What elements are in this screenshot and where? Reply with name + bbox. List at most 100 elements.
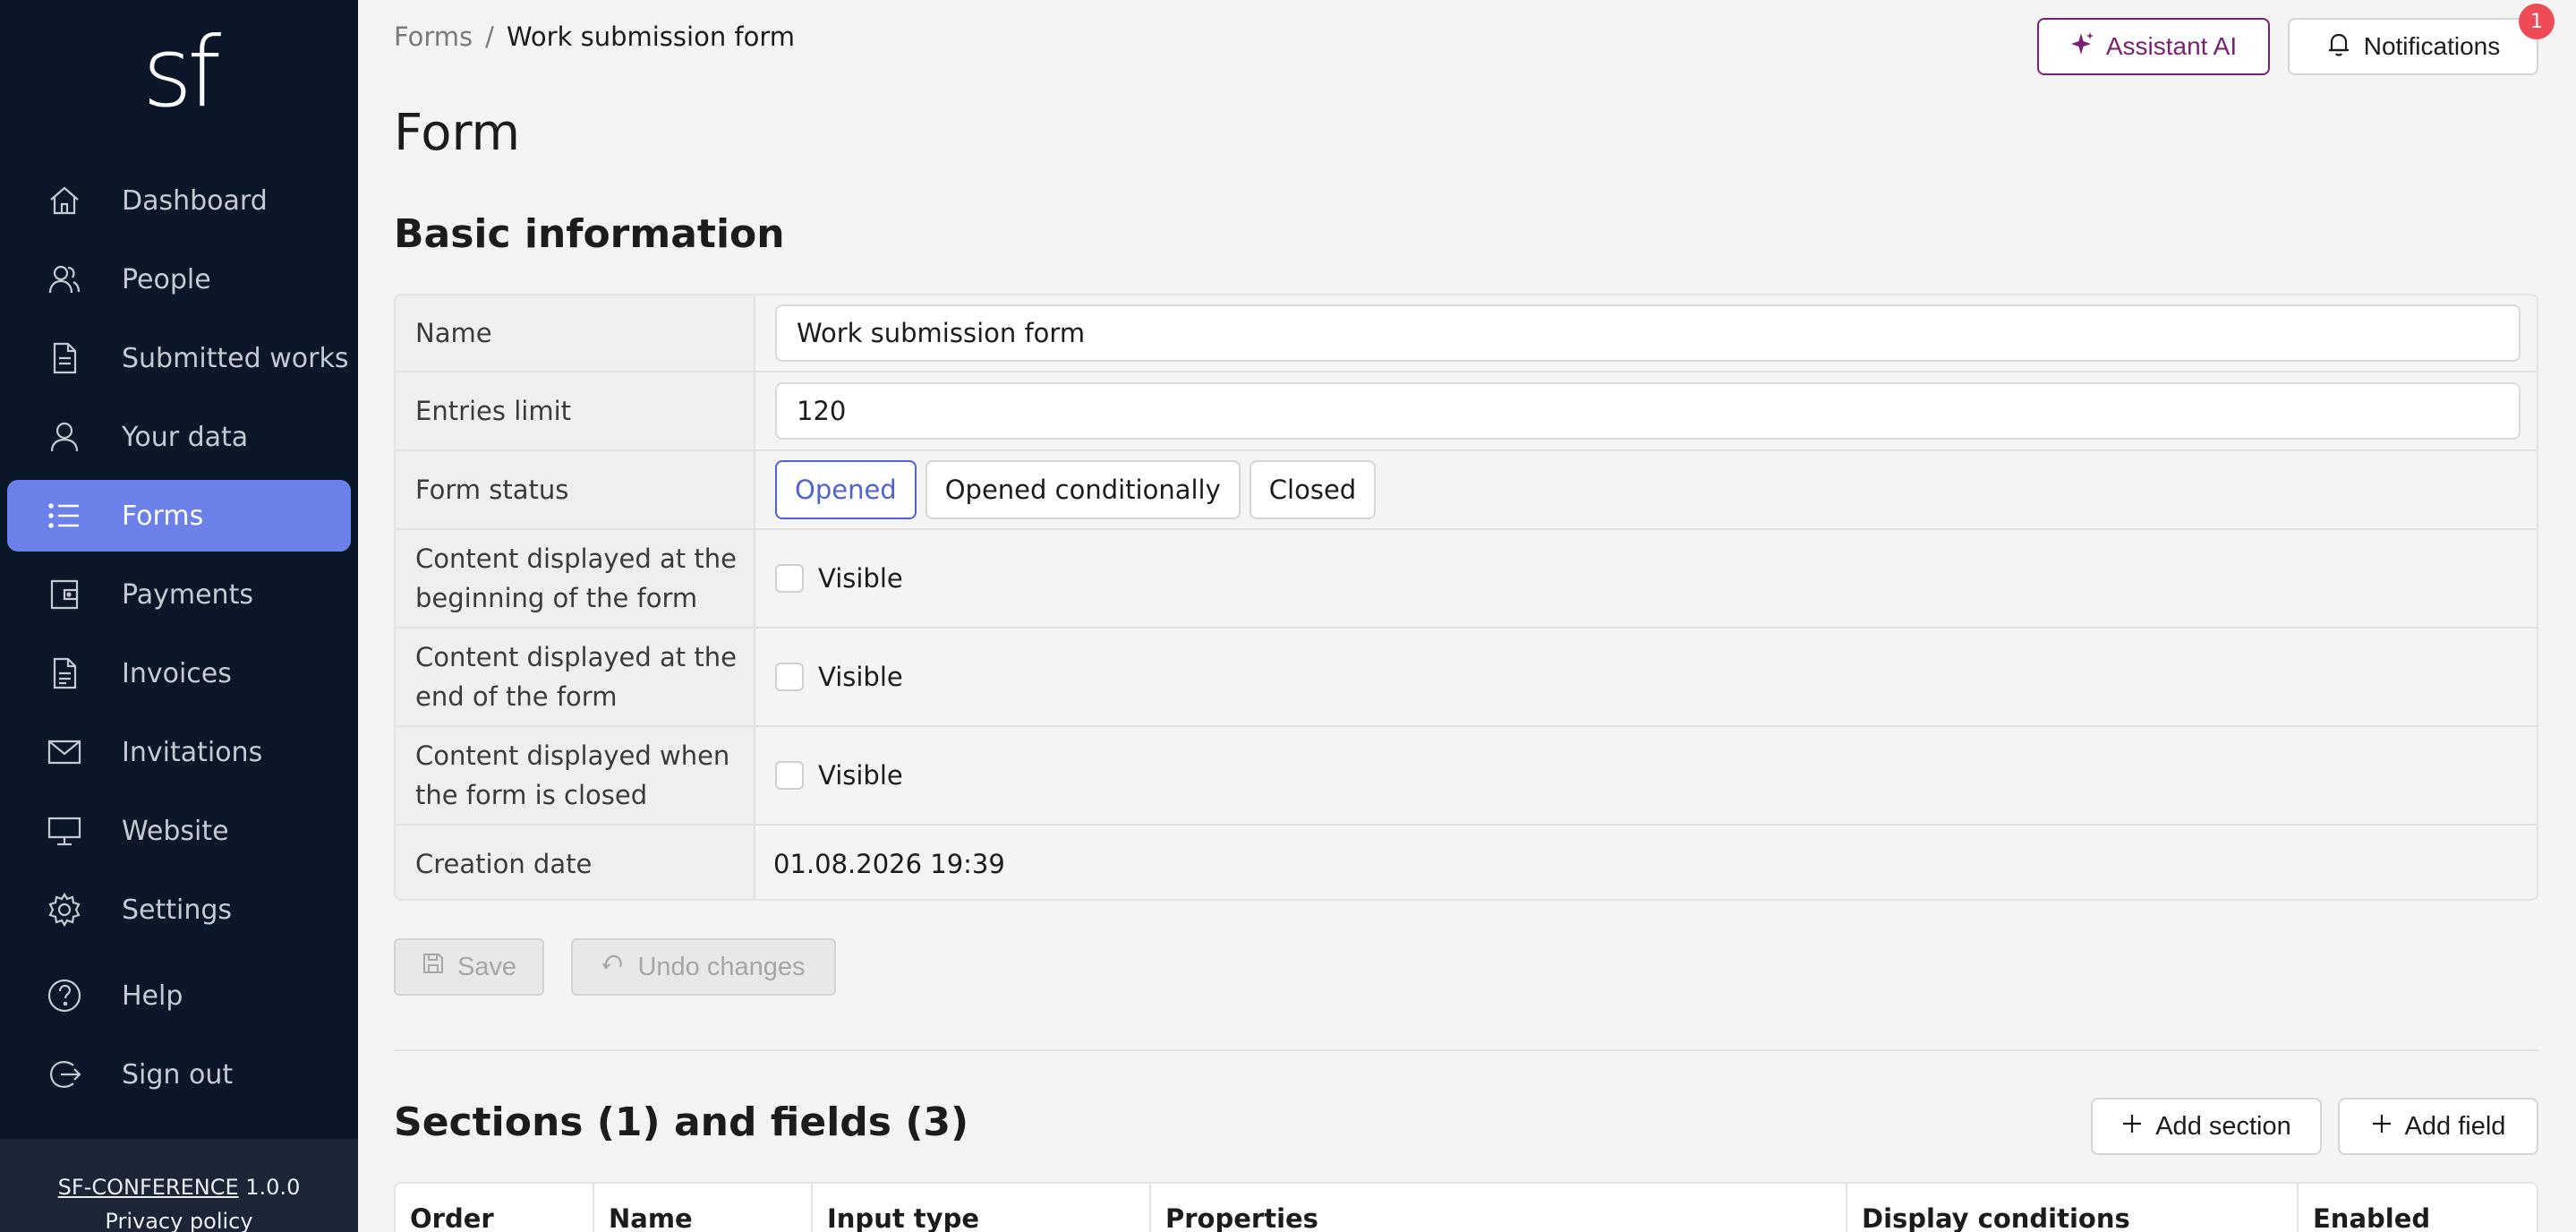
section-divider	[394, 1049, 2538, 1051]
app-logo[interactable]: sf	[0, 25, 358, 122]
plus-icon	[2371, 1112, 2393, 1142]
content-closed-visible-label[interactable]: Visible	[818, 760, 903, 791]
notifications-badge: 1	[2519, 4, 2555, 39]
save-button[interactable]: Save	[394, 938, 544, 996]
name-input[interactable]	[775, 304, 2521, 362]
undo-changes-button[interactable]: Undo changes	[571, 938, 836, 996]
sidebar-item-label: Website	[122, 815, 229, 847]
column-display-conditions[interactable]: Display conditions	[1847, 1184, 2299, 1232]
sidebar-item-website[interactable]: Website	[7, 795, 351, 867]
sidebar-item-people[interactable]: People	[7, 244, 351, 315]
version-number: 1.0.0	[245, 1175, 301, 1200]
sidebar-item-payments[interactable]: Payments	[7, 559, 351, 630]
fields-table-header: Order Name Input type Properties Display…	[394, 1182, 2538, 1232]
entries-limit-row: Entries limit	[396, 372, 2537, 451]
sparkle-icon	[2070, 31, 2095, 63]
home-icon	[47, 183, 82, 218]
plus-icon	[2121, 1112, 2143, 1142]
sidebar-item-label: Help	[122, 980, 183, 1012]
undo-icon	[601, 952, 625, 982]
add-field-label: Add field	[2404, 1111, 2506, 1141]
gear-icon	[47, 892, 82, 928]
content-end-label: Content displayed at the end of the form	[396, 629, 755, 725]
column-enabled[interactable]: Enabled	[2299, 1184, 2540, 1232]
sidebar: sf Dashboard People Submitted works Your…	[0, 0, 358, 1232]
breadcrumb-parent[interactable]: Forms	[394, 21, 473, 52]
bell-icon	[2326, 30, 2351, 64]
sidebar-item-your-data[interactable]: Your data	[7, 401, 351, 473]
sidebar-item-label: Settings	[122, 894, 233, 926]
content-closed-row: Content displayed when the form is close…	[396, 727, 2537, 826]
content-begin-visible-label[interactable]: Visible	[818, 563, 903, 594]
sign-out-icon	[47, 1057, 82, 1092]
notifications-button[interactable]: Notifications	[2288, 18, 2538, 75]
breadcrumb: Forms / Work submission form	[394, 21, 795, 52]
content-begin-visible-checkbox[interactable]	[775, 564, 804, 593]
notifications-label: Notifications	[2363, 32, 2501, 60]
sections-fields-title: Sections (1) and fields (3)	[394, 1099, 969, 1145]
sidebar-item-label: Forms	[122, 500, 204, 532]
status-closed-button[interactable]: Closed	[1249, 460, 1377, 519]
name-label: Name	[396, 295, 755, 371]
sidebar-item-invitations[interactable]: Invitations	[7, 716, 351, 788]
save-icon	[422, 952, 445, 982]
sidebar-item-label: Payments	[122, 578, 253, 611]
sidebar-item-forms[interactable]: Forms	[7, 480, 351, 552]
assistant-ai-button[interactable]: Assistant AI	[2037, 18, 2270, 75]
form-status-row: Form status Opened Opened conditionally …	[396, 451, 2537, 530]
basic-information-title: Basic information	[394, 211, 785, 257]
undo-label: Undo changes	[637, 952, 806, 981]
user-icon	[47, 419, 82, 455]
column-input-type[interactable]: Input type	[813, 1184, 1151, 1232]
list-icon	[47, 498, 82, 534]
add-section-button[interactable]: Add section	[2091, 1098, 2322, 1155]
basic-information-table: Name Entries limit Form status Opened Op…	[394, 294, 2538, 901]
content-begin-row: Content displayed at the beginning of th…	[396, 530, 2537, 629]
help-icon	[47, 978, 82, 1014]
sidebar-item-label: Submitted works	[122, 342, 349, 374]
add-field-button[interactable]: Add field	[2338, 1098, 2538, 1155]
assistant-ai-label: Assistant AI	[2105, 32, 2238, 60]
creation-date-label: Creation date	[396, 826, 755, 899]
status-opened-conditionally-button[interactable]: Opened conditionally	[925, 460, 1241, 519]
people-icon	[47, 261, 82, 297]
add-section-label: Add section	[2155, 1111, 2291, 1141]
column-order[interactable]: Order	[396, 1184, 594, 1232]
sidebar-item-label: Sign out	[122, 1058, 234, 1091]
monitor-icon	[47, 813, 82, 849]
sidebar-item-dashboard[interactable]: Dashboard	[7, 165, 351, 236]
wallet-icon	[47, 577, 82, 612]
sidebar-item-sign-out[interactable]: Sign out	[7, 1039, 351, 1110]
sidebar-item-label: People	[122, 263, 211, 295]
privacy-policy-link[interactable]: Privacy policy	[0, 1209, 358, 1232]
sidebar-item-submitted-works[interactable]: Submitted works	[7, 322, 351, 394]
mail-icon	[47, 734, 82, 770]
content-begin-label: Content displayed at the beginning of th…	[396, 530, 755, 627]
content-closed-label: Content displayed when the form is close…	[396, 727, 755, 824]
column-properties[interactable]: Properties	[1151, 1184, 1847, 1232]
app-version: SF-CONFERENCE 1.0.0	[0, 1175, 358, 1200]
breadcrumb-current: Work submission form	[506, 21, 796, 52]
entries-limit-label: Entries limit	[396, 372, 755, 449]
content-end-visible-label[interactable]: Visible	[818, 662, 903, 692]
sidebar-footer: SF-CONFERENCE 1.0.0 Privacy policy	[0, 1139, 358, 1232]
sidebar-item-label: Dashboard	[122, 184, 268, 217]
sidebar-item-label: Invitations	[122, 736, 263, 768]
form-status-label: Form status	[396, 451, 755, 528]
sidebar-item-invoices[interactable]: Invoices	[7, 637, 351, 709]
sidebar-item-label: Your data	[122, 421, 249, 453]
entries-limit-input[interactable]	[775, 382, 2521, 440]
sidebar-item-help[interactable]: Help	[7, 960, 351, 1031]
invoice-icon	[47, 655, 82, 691]
app-name-link[interactable]: SF-CONFERENCE	[58, 1175, 239, 1200]
status-opened-button[interactable]: Opened	[775, 460, 917, 519]
creation-date-value: 01.08.2026 19:39	[773, 849, 1005, 879]
save-label: Save	[456, 952, 517, 981]
column-name[interactable]: Name	[594, 1184, 813, 1232]
sidebar-item-label: Invoices	[122, 657, 232, 689]
content-end-visible-checkbox[interactable]	[775, 663, 804, 691]
sidebar-item-settings[interactable]: Settings	[7, 874, 351, 945]
content-closed-visible-checkbox[interactable]	[775, 761, 804, 790]
content-end-row: Content displayed at the end of the form…	[396, 629, 2537, 727]
breadcrumb-separator: /	[485, 21, 494, 52]
